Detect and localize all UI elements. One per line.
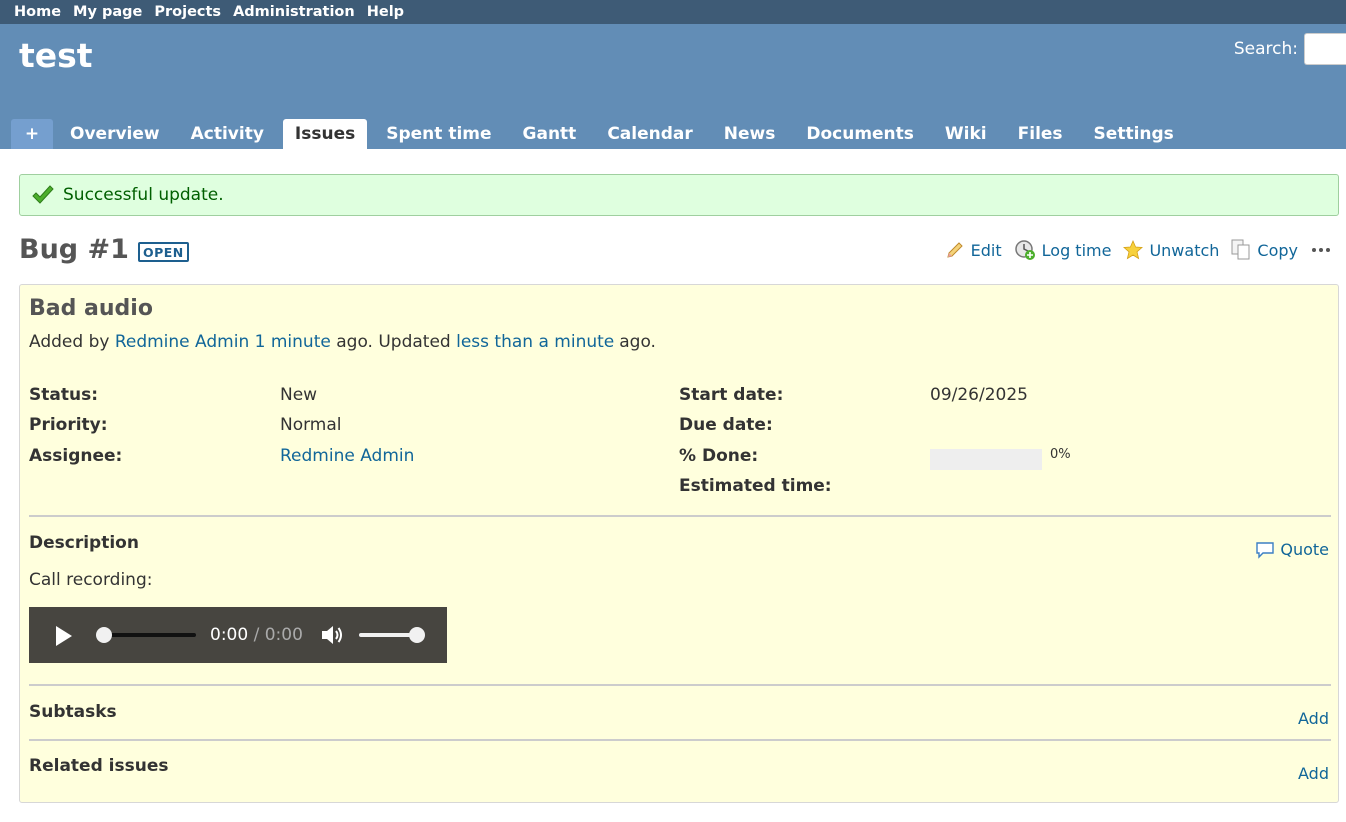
divider	[29, 684, 1331, 686]
pencil-icon	[946, 242, 963, 258]
divider	[29, 739, 1331, 741]
tab-gantt[interactable]: Gantt	[511, 119, 589, 149]
issue-author-line: Added by Redmine Admin 1 minute ago. Upd…	[29, 332, 656, 352]
subtasks-title: Subtasks	[29, 702, 117, 722]
done-label: % Done:	[679, 446, 759, 466]
top-menu: Home My page Projects Administration Hel…	[0, 0, 1346, 24]
audio-time-separator: /	[253, 625, 260, 645]
start-date-label: Start date:	[679, 385, 784, 405]
tab-calendar[interactable]: Calendar	[595, 119, 704, 149]
contextual-actions: Edit Log time Unwatch Copy	[933, 239, 1330, 261]
top-menu-help[interactable]: Help	[367, 4, 404, 20]
tab-spent-time[interactable]: Spent time	[374, 119, 503, 149]
due-date-label: Due date:	[679, 415, 773, 435]
project-title[interactable]: test	[19, 36, 93, 75]
clock-add-icon	[1014, 240, 1035, 260]
description-title: Description	[29, 533, 139, 553]
add-subtask-link[interactable]: Add	[1298, 709, 1329, 728]
top-menu-administration[interactable]: Administration	[233, 4, 355, 20]
log-time-label: Log time	[1041, 240, 1112, 260]
flash-message: Successful update.	[63, 185, 224, 205]
status-label: Status:	[29, 385, 98, 405]
log-time-button[interactable]: Log time	[1014, 239, 1112, 261]
done-percent: 0%	[1050, 447, 1071, 462]
issue-details: Bad audio Added by Redmine Admin 1 minut…	[19, 284, 1339, 803]
author-link[interactable]: Redmine Admin	[115, 332, 249, 352]
issue-subject: Bad audio	[29, 296, 153, 321]
tab-documents[interactable]: Documents	[794, 119, 926, 149]
divider	[29, 515, 1331, 517]
estimated-time-label: Estimated time:	[679, 476, 832, 496]
related-issues-title: Related issues	[29, 756, 169, 776]
author-suffix: ago.	[619, 332, 656, 352]
tab-issues[interactable]: Issues	[282, 119, 368, 149]
audio-player: 0:00 / 0:00	[29, 607, 447, 663]
description-text: Call recording:	[29, 570, 153, 590]
status-badge: OPEN	[137, 241, 189, 262]
priority-value: Normal	[280, 415, 342, 435]
search-label: Search:	[1233, 39, 1298, 59]
issue-title: Bug #1	[19, 234, 129, 265]
updated-ago-link[interactable]: less than a minute	[456, 332, 614, 352]
top-menu-home[interactable]: Home	[14, 4, 61, 20]
volume-slider-handle[interactable]	[409, 627, 425, 643]
copy-icon	[1231, 239, 1250, 260]
audio-duration: 0:00	[264, 625, 303, 645]
star-icon	[1123, 240, 1144, 260]
tab-settings[interactable]: Settings	[1082, 119, 1186, 149]
priority-label: Priority:	[29, 415, 108, 435]
tab-news[interactable]: News	[712, 119, 788, 149]
unwatch-button[interactable]: Unwatch	[1123, 240, 1219, 260]
done-progress-bar	[930, 449, 1042, 470]
audio-seek-bar[interactable]	[101, 633, 196, 637]
audio-time: 0:00 / 0:00	[210, 625, 303, 645]
add-related-issue-link[interactable]: Add	[1298, 764, 1329, 783]
new-object-button[interactable]: +	[11, 119, 53, 149]
start-date-value: 09/26/2025	[930, 385, 1028, 405]
speech-bubble-icon	[1256, 541, 1275, 559]
tab-files[interactable]: Files	[1006, 119, 1075, 149]
quick-search: Search:	[1234, 33, 1346, 65]
assignee-label: Assignee:	[29, 446, 123, 466]
main-menu: + Overview Activity Issues Spent time Ga…	[11, 119, 1193, 149]
tab-overview[interactable]: Overview	[58, 119, 172, 149]
audio-current-time: 0:00	[210, 625, 249, 645]
added-ago-link[interactable]: 1 minute	[255, 332, 331, 352]
quote-label: Quote	[1280, 540, 1329, 559]
volume-icon[interactable]	[320, 624, 344, 646]
search-input[interactable]	[1304, 33, 1346, 65]
checkmark-icon	[32, 185, 54, 204]
edit-button[interactable]: Edit	[945, 240, 1002, 260]
header: test Search: + Overview Activity Issues …	[0, 24, 1346, 149]
top-menu-my-page[interactable]: My page	[73, 4, 142, 20]
more-actions-icon[interactable]	[1312, 248, 1330, 252]
tab-wiki[interactable]: Wiki	[933, 119, 999, 149]
unwatch-label: Unwatch	[1149, 240, 1220, 260]
edit-label: Edit	[970, 240, 1002, 260]
copy-button[interactable]: Copy	[1231, 239, 1298, 261]
audio-seek-handle[interactable]	[96, 627, 112, 643]
author-prefix: Added by	[29, 332, 110, 352]
copy-label: Copy	[1257, 240, 1298, 260]
author-middle: ago. Updated	[336, 332, 451, 352]
issue-heading: Bug #1 OPEN	[19, 234, 189, 265]
tab-activity[interactable]: Activity	[179, 119, 276, 149]
status-value: New	[280, 385, 318, 405]
top-menu-projects[interactable]: Projects	[154, 4, 221, 20]
flash-notice: Successful update.	[19, 174, 1339, 216]
quote-button[interactable]: Quote	[1255, 540, 1329, 559]
assignee-link[interactable]: Redmine Admin	[280, 446, 414, 466]
play-icon[interactable]	[54, 625, 74, 647]
